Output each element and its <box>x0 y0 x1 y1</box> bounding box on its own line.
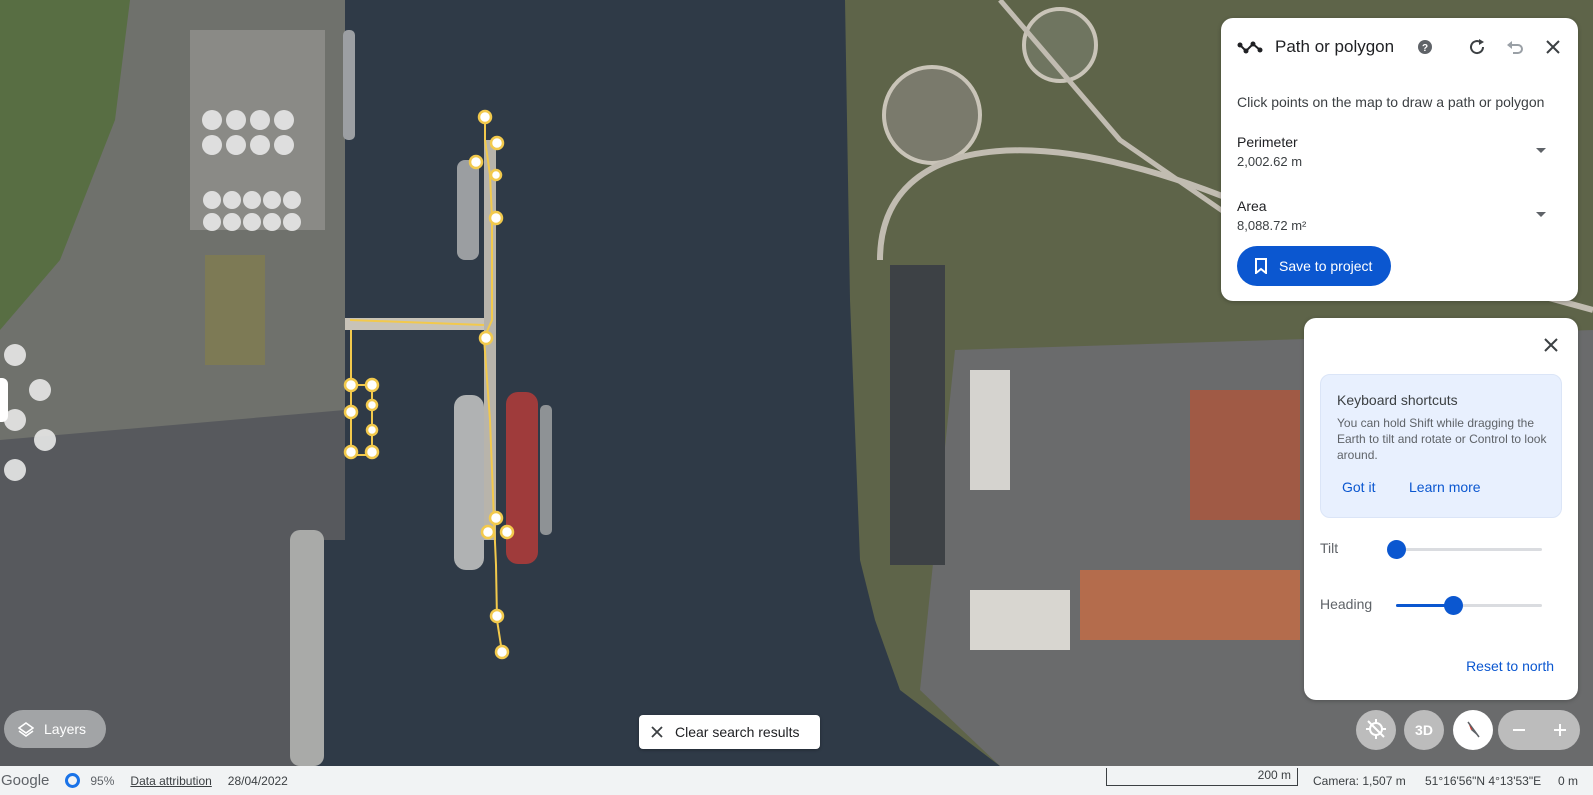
layers-button[interactable]: Layers <box>4 710 106 748</box>
location-off-button[interactable] <box>1356 710 1396 750</box>
close-icon[interactable] <box>1540 34 1566 60</box>
navigation-panel: Keyboard shortcuts You can hold Shift wh… <box>1304 318 1578 700</box>
loading-ring-icon <box>65 773 81 788</box>
side-panel-toggle[interactable] <box>0 378 8 422</box>
heading-slider[interactable] <box>1396 596 1542 615</box>
learn-more-link[interactable]: Learn more <box>1409 479 1481 495</box>
scale-bar: 200 m <box>1106 768 1298 786</box>
chevron-down-icon[interactable] <box>1536 148 1546 153</box>
data-attribution-link[interactable]: Data attribution <box>130 774 211 788</box>
shortcuts-body: You can hold Shift while dragging the Ea… <box>1337 416 1547 462</box>
tilt-slider-thumb[interactable] <box>1387 540 1406 559</box>
area-value: 8,088.72 m² <box>1237 218 1307 233</box>
reset-to-north-button[interactable]: Reset to north <box>1466 658 1554 674</box>
scale-label: 200 m <box>1257 768 1291 782</box>
clear-search-label: Clear search results <box>675 724 800 740</box>
zoom-controls <box>1498 710 1580 750</box>
area-label: Area <box>1237 198 1267 214</box>
keyboard-shortcuts-card: Keyboard shortcuts You can hold Shift wh… <box>1320 374 1562 518</box>
heading-label: Heading <box>1320 596 1373 612</box>
minus-icon <box>1512 729 1525 731</box>
perimeter-label: Perimeter <box>1237 134 1298 150</box>
google-logo: Google <box>1 772 50 789</box>
perimeter-value: 2,002.62 m <box>1237 154 1303 169</box>
got-it-button[interactable]: Got it <box>1342 479 1375 495</box>
clear-search-results-button[interactable]: Clear search results <box>639 715 820 749</box>
imagery-date: 28/04/2022 <box>227 773 288 788</box>
layers-icon <box>18 721 34 737</box>
plus-icon <box>1553 724 1566 736</box>
area-metric[interactable]: Area 8,088.72 m² <box>1237 198 1562 244</box>
panel-description: Click points on the map to draw a path o… <box>1237 94 1545 110</box>
layers-label: Layers <box>44 721 87 737</box>
view-3d-button[interactable]: 3D <box>1404 710 1444 750</box>
status-bar: Google 95% Data attribution 28/04/2022 2… <box>0 766 1593 795</box>
compass-icon <box>1462 718 1484 743</box>
chevron-down-icon[interactable] <box>1536 212 1546 217</box>
zoom-in-button[interactable] <box>1542 722 1578 738</box>
tilt-label: Tilt <box>1320 540 1339 556</box>
shortcuts-title: Keyboard shortcuts <box>1337 392 1458 408</box>
heading-slider-thumb[interactable] <box>1443 596 1463 615</box>
load-percent: 95% <box>90 773 115 788</box>
camera-altitude: Camera: 1,507 m <box>1313 774 1406 788</box>
path-polygon-panel: Path or polygon ? Click points on the ma… <box>1221 18 1578 301</box>
compass-button[interactable] <box>1453 710 1493 750</box>
bookmark-icon <box>1255 258 1267 274</box>
save-to-project-button[interactable]: Save to project <box>1237 246 1391 286</box>
elevation: 0 m <box>1558 774 1579 788</box>
undo-icon[interactable] <box>1502 34 1528 60</box>
perimeter-metric[interactable]: Perimeter 2,002.62 m <box>1237 134 1562 180</box>
help-icon[interactable]: ? <box>1412 34 1438 60</box>
save-button-label: Save to project <box>1279 258 1373 274</box>
panel-title: Path or polygon <box>1275 37 1395 56</box>
polyline-icon <box>1237 34 1263 60</box>
refresh-icon[interactable] <box>1464 34 1490 60</box>
svg-text:?: ? <box>1422 43 1428 54</box>
zoom-out-button[interactable] <box>1501 722 1537 738</box>
location-off-icon <box>1365 718 1387 743</box>
close-icon[interactable] <box>1538 332 1564 358</box>
close-icon <box>651 726 663 738</box>
tilt-slider[interactable] <box>1387 540 1542 559</box>
path-panel-header: Path or polygon ? <box>1237 32 1566 62</box>
coordinates: 51°16'56"N 4°13'53"E <box>1425 774 1542 788</box>
